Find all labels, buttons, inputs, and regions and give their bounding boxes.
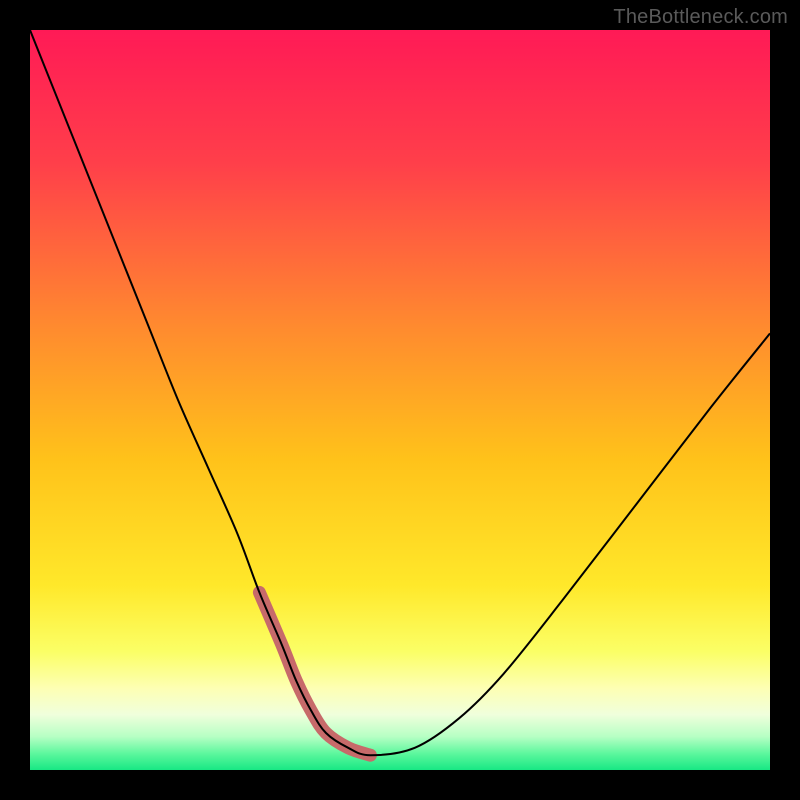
plot-area — [30, 30, 770, 770]
watermark-text: TheBottleneck.com — [613, 6, 788, 29]
bottleneck-curve — [30, 30, 770, 755]
highlight-segment — [259, 592, 370, 755]
outer-frame: TheBottleneck.com — [0, 0, 800, 800]
curve-layer — [30, 30, 770, 770]
